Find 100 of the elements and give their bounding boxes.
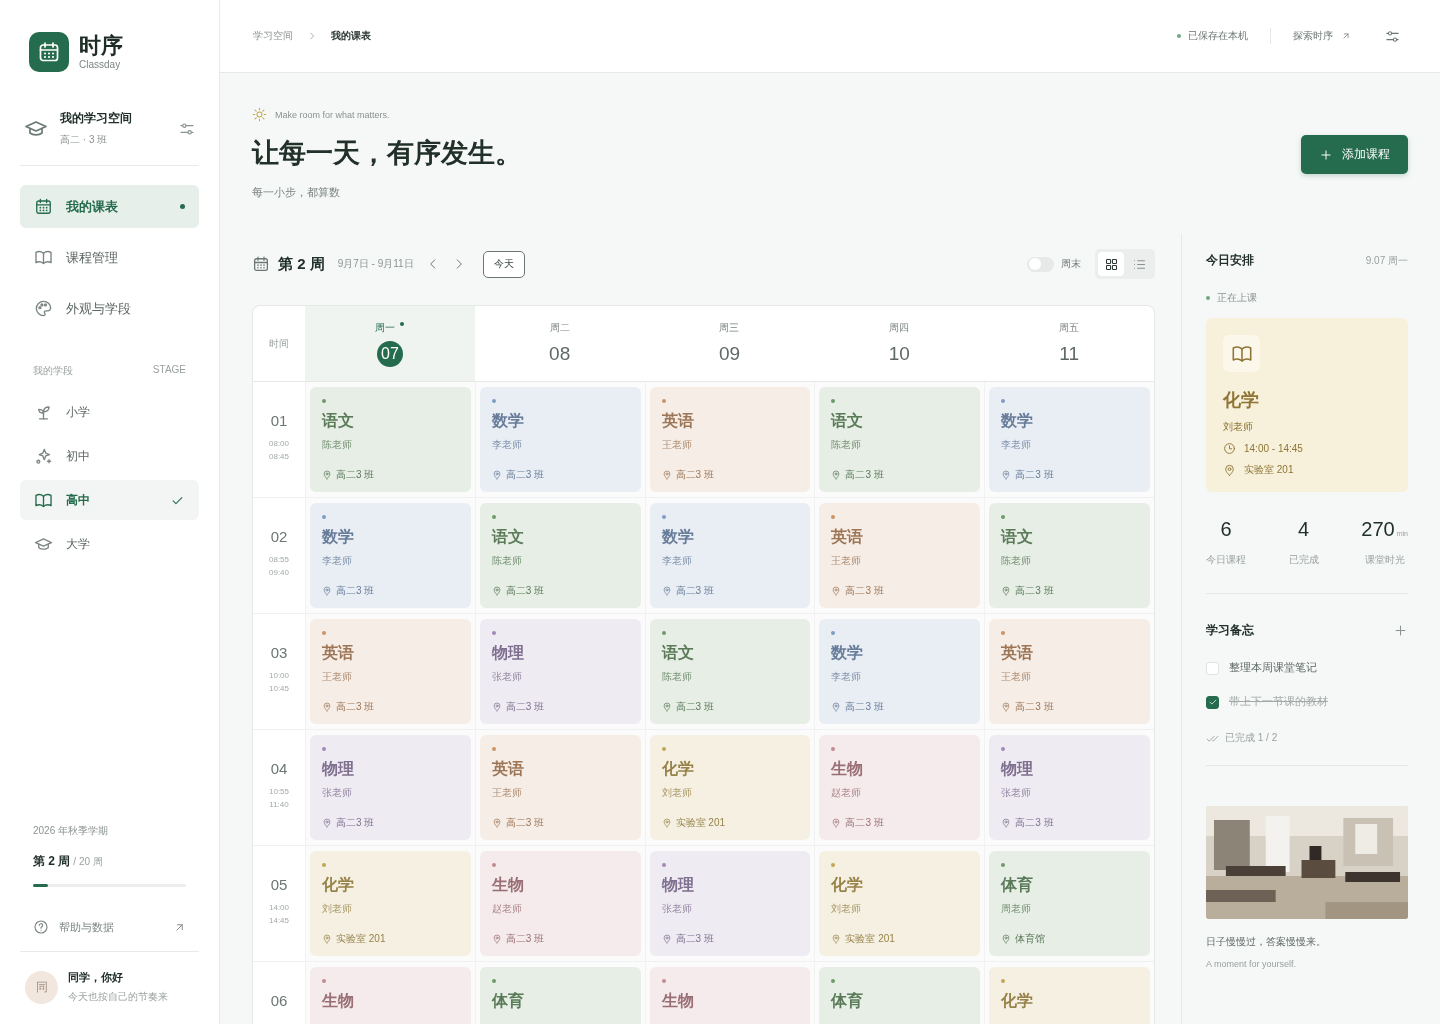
page-title: 让每一天，有序发生。	[252, 137, 522, 170]
location-icon	[491, 934, 502, 944]
location-icon	[1223, 463, 1236, 477]
stage-item[interactable]: 高中	[20, 480, 199, 520]
teacher-name: 李老师	[322, 554, 353, 568]
location-icon	[1001, 702, 1012, 712]
course-card[interactable]: 体育	[479, 967, 641, 1024]
breadcrumb-link[interactable]: 学习空间	[253, 29, 293, 43]
location-icon	[1001, 934, 1012, 944]
quote-caption: A moment for yourself.	[1206, 959, 1298, 969]
course-card[interactable]: 英语 王老师 高二3 班	[479, 735, 641, 840]
period-number: 05	[270, 876, 288, 893]
location-icon	[322, 934, 332, 944]
course-card[interactable]: 生物 赵老师 高二3 班	[819, 735, 981, 840]
location-icon	[661, 702, 672, 712]
nav-item[interactable]: 外观与学段	[20, 287, 199, 330]
date-number: 10	[887, 341, 911, 366]
stage-item[interactable]: 小学	[20, 392, 199, 432]
location-icon	[491, 702, 502, 712]
course-card[interactable]: 语文 陈老师 高二3 班	[989, 503, 1150, 608]
subject-name: 物理	[1001, 759, 1035, 779]
tagline: Make room for what matters.	[275, 109, 390, 120]
location: 体育馆	[1015, 932, 1046, 946]
subject-name: 语文	[491, 527, 525, 547]
subject-name: 化学	[322, 875, 355, 895]
subject-name: 数学	[322, 527, 355, 547]
today-button[interactable]: 今天	[482, 250, 525, 278]
start-time: 08:00	[269, 438, 289, 450]
stage-item[interactable]: 初中	[20, 436, 199, 476]
stat-value: 270	[1361, 518, 1395, 540]
weekday: 周二	[549, 320, 570, 335]
stat-value: 4	[1298, 518, 1310, 540]
course-card[interactable]: 英语 王老师 高二3 班	[310, 619, 471, 724]
view-option[interactable]	[1098, 252, 1124, 276]
help-link[interactable]: 帮助与数据	[20, 919, 199, 952]
course-card[interactable]: 物理 张老师 高二3 班	[310, 735, 471, 840]
course-card[interactable]: 化学 刘老师 实验室 201	[649, 735, 811, 840]
help-icon	[33, 919, 49, 935]
course-card[interactable]: 物理 张老师 高二3 班	[479, 619, 641, 724]
course-card[interactable]: 体育 周老师 体育馆	[989, 851, 1150, 956]
location: 高二3 班	[1015, 816, 1054, 830]
stat-label: 课堂时光	[1364, 553, 1405, 567]
weekend-toggle[interactable]	[1027, 256, 1054, 272]
explore-link[interactable]: 探索时序	[1293, 29, 1351, 43]
location-icon	[831, 934, 842, 944]
current-class-card[interactable]: 化学 刘老师 14:00 - 14:45 实验室 201	[1206, 318, 1408, 492]
location-icon	[661, 818, 672, 828]
location-icon	[491, 818, 502, 828]
subject-name: 语文	[322, 411, 355, 431]
teacher-name: 王老师	[1001, 670, 1033, 684]
location: 高二3 班	[845, 700, 884, 714]
start-time: 10:00	[269, 670, 289, 682]
nav-item[interactable]: 我的课表	[20, 185, 199, 228]
nav-item[interactable]: 课程管理	[20, 236, 199, 279]
course-card[interactable]: 语文 陈老师 高二3 班	[310, 387, 471, 492]
course-card[interactable]: 数学 李老师 高二3 班	[310, 503, 471, 608]
subject-name: 英语	[831, 527, 865, 547]
course-card[interactable]: 语文 陈老师 高二3 班	[479, 503, 641, 608]
course-card[interactable]: 体育	[819, 967, 981, 1024]
start-time: 10:55	[269, 786, 289, 798]
subject-name: 生物	[322, 991, 355, 1011]
todo-text: 整理本周课堂笔记	[1229, 661, 1317, 675]
location-icon	[322, 586, 332, 596]
subject-name: 英语	[491, 759, 525, 779]
course-card[interactable]: 生物	[649, 967, 811, 1024]
add-course-button[interactable]: 添加课程	[1301, 135, 1408, 174]
app-name: 时序	[79, 34, 123, 59]
date-number: 11	[1058, 341, 1080, 366]
breadcrumb-link[interactable]: 我的课表	[331, 29, 371, 43]
settings-icon[interactable]	[1385, 28, 1400, 44]
subject-name: 生物	[491, 875, 525, 895]
plus-icon[interactable]	[1393, 623, 1408, 638]
course-card[interactable]: 数学 李老师 高二3 班	[649, 503, 811, 608]
course-card[interactable]: 物理 张老师 高二3 班	[649, 851, 811, 956]
subject-name: 物理	[491, 643, 525, 663]
settings-icon[interactable]	[179, 120, 195, 137]
course-card[interactable]: 数学 李老师 高二3 班	[479, 387, 641, 492]
stage-item[interactable]: 大学	[20, 524, 199, 564]
location: 高二3 班	[336, 700, 375, 714]
course-card[interactable]: 数学 李老师 高二3 班	[989, 387, 1150, 492]
course-card[interactable]: 数学 李老师 高二3 班	[819, 619, 981, 724]
course-card[interactable]: 语文 陈老师 高二3 班	[819, 387, 981, 492]
checkbox[interactable]	[1206, 695, 1219, 709]
course-card[interactable]: 英语 王老师 高二3 班	[649, 387, 811, 492]
course-card[interactable]: 化学 刘老师 实验室 201	[310, 851, 471, 956]
date-number: 08	[548, 341, 572, 366]
course-card[interactable]: 生物	[310, 967, 471, 1024]
course-card[interactable]: 生物 赵老师 高二3 班	[479, 851, 641, 956]
course-card[interactable]: 化学 刘老师 实验室 201	[819, 851, 981, 956]
course-card[interactable]: 物理 张老师 高二3 班	[989, 735, 1150, 840]
course-card[interactable]: 化学	[989, 967, 1150, 1024]
location: 高二3 班	[1015, 700, 1054, 714]
section-title: 学习备忘	[1206, 622, 1254, 639]
course-card[interactable]: 英语 王老师 高二3 班	[989, 619, 1150, 724]
subject-name: 数学	[831, 643, 865, 663]
teacher-name: 陈老师	[831, 438, 863, 452]
clock-icon	[1223, 442, 1236, 455]
course-card[interactable]: 英语 王老师 高二3 班	[819, 503, 981, 608]
week-title: 第 2 周	[278, 254, 325, 274]
course-card[interactable]: 语文 陈老师 高二3 班	[649, 619, 811, 724]
